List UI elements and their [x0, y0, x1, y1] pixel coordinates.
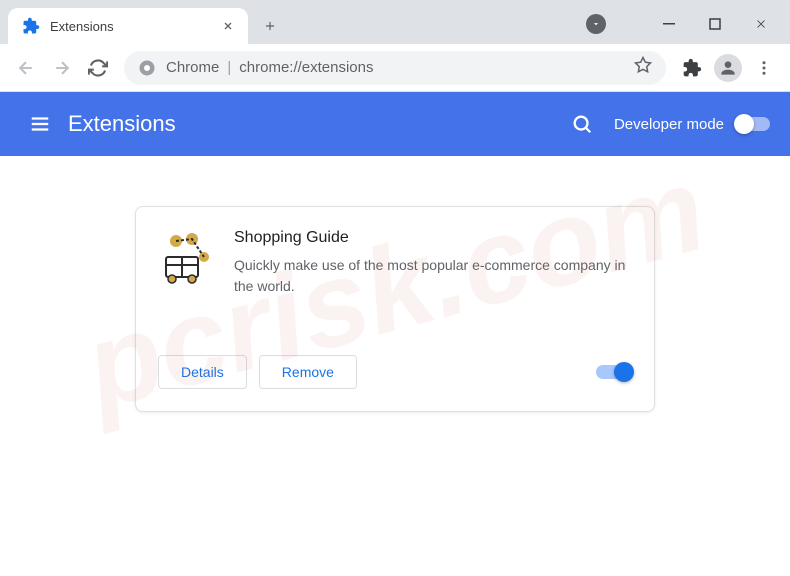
extensions-puzzle-icon[interactable] — [674, 50, 710, 86]
omnibox-text: Chrome | chrome://extensions — [166, 59, 374, 76]
extension-card: Shopping Guide Quickly make use of the m… — [135, 206, 655, 412]
page-title: Extensions — [68, 111, 176, 137]
omnibox[interactable]: Chrome | chrome://extensions — [124, 51, 666, 85]
back-button[interactable] — [8, 50, 44, 86]
developer-mode-toggle[interactable] — [736, 117, 770, 131]
address-bar: Chrome | chrome://extensions — [0, 44, 790, 92]
profile-avatar-icon[interactable] — [714, 54, 742, 82]
developer-mode-label: Developer mode — [614, 116, 724, 133]
hamburger-menu-button[interactable] — [20, 104, 60, 144]
browser-tab[interactable]: Extensions — [8, 8, 248, 44]
search-button[interactable] — [562, 104, 602, 144]
bookmark-star-icon[interactable] — [634, 56, 652, 79]
content-area: Shopping Guide Quickly make use of the m… — [0, 156, 790, 576]
tab-title: Extensions — [50, 19, 220, 34]
extension-name: Shopping Guide — [234, 229, 632, 247]
chrome-logo-icon — [138, 59, 156, 77]
browser-titlebar: Extensions — [0, 0, 790, 44]
extension-app-icon — [158, 229, 214, 285]
dropdown-badge-icon[interactable] — [586, 14, 606, 34]
window-maximize-button[interactable] — [692, 8, 738, 40]
extension-description: Quickly make use of the most popular e-c… — [234, 255, 632, 297]
details-button[interactable]: Details — [158, 355, 247, 389]
toggle-thumb — [614, 362, 634, 382]
remove-button[interactable]: Remove — [259, 355, 357, 389]
reload-button[interactable] — [80, 50, 116, 86]
window-minimize-button[interactable] — [646, 8, 692, 40]
window-close-button[interactable] — [738, 8, 784, 40]
new-tab-button[interactable] — [256, 12, 284, 40]
toggle-thumb — [734, 114, 754, 134]
menu-dots-icon[interactable] — [746, 50, 782, 86]
forward-button[interactable] — [44, 50, 80, 86]
tab-close-button[interactable] — [220, 18, 236, 34]
extensions-header: Extensions Developer mode — [0, 92, 790, 156]
extension-puzzle-icon — [22, 17, 40, 35]
extension-enable-toggle[interactable] — [596, 365, 632, 379]
